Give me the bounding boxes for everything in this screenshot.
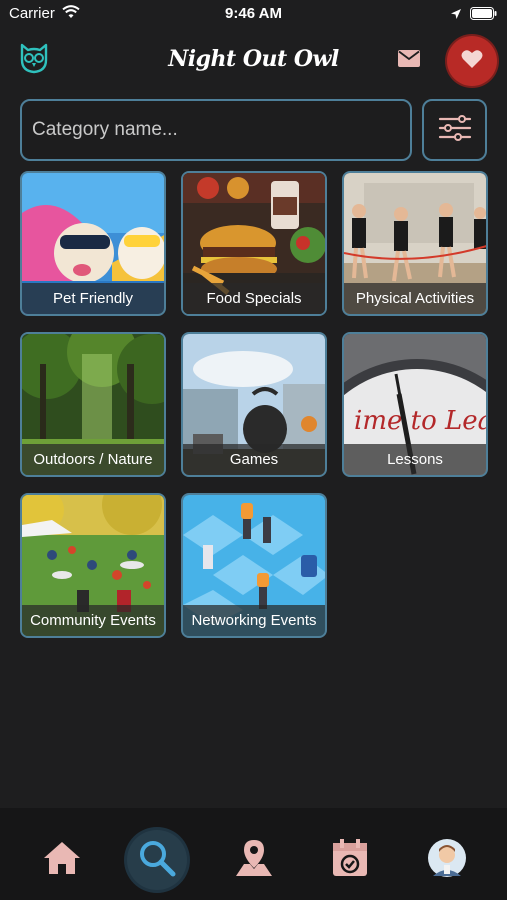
app-title: Night Out Owl	[168, 46, 339, 72]
battery-icon	[470, 6, 497, 24]
category-label: Games	[183, 444, 325, 475]
tab-profile[interactable]	[417, 830, 477, 890]
svg-text:ime to Lear: ime to Lear	[354, 406, 488, 436]
category-tile-lessons[interactable]: ime to Lear Lessons	[342, 332, 488, 477]
search-icon	[138, 839, 176, 881]
sliders-icon	[438, 115, 472, 145]
category-label: Pet Friendly	[22, 283, 164, 314]
favorites-button[interactable]	[447, 36, 497, 86]
search-input[interactable]	[22, 101, 410, 159]
category-label: Networking Events	[183, 605, 325, 636]
category-tile-outdoors-nature[interactable]: Outdoors / Nature	[20, 332, 166, 477]
category-tile-pet-friendly[interactable]: Pet Friendly	[20, 171, 166, 316]
category-label: Food Specials	[183, 283, 325, 314]
app-header: Night Out Owl	[0, 30, 507, 92]
category-tile-community-events[interactable]: Community Events	[20, 493, 166, 638]
category-label: Physical Activities	[344, 283, 486, 314]
category-label: Lessons	[344, 444, 486, 475]
calendar-check-icon	[331, 838, 369, 882]
category-tile-physical-activities[interactable]: Physical Activities	[342, 171, 488, 316]
category-tile-food-specials[interactable]: Food Specials	[181, 171, 327, 316]
tab-home[interactable]	[32, 830, 92, 890]
clock: 9:46 AM	[225, 5, 282, 22]
tab-map[interactable]	[224, 830, 284, 890]
avatar-icon	[427, 838, 467, 882]
category-tile-games[interactable]: Games	[181, 332, 327, 477]
tab-search[interactable]	[127, 830, 187, 890]
map-pin-icon	[234, 838, 274, 882]
category-tile-networking-events[interactable]: Networking Events	[181, 493, 327, 638]
bottom-tab-bar	[0, 808, 507, 900]
category-search-field[interactable]	[20, 99, 412, 161]
mail-icon[interactable]	[398, 50, 420, 71]
status-bar: Carrier 9:46 AM	[0, 0, 507, 28]
category-label: Outdoors / Nature	[22, 444, 164, 475]
home-icon	[42, 840, 82, 880]
filter-button[interactable]	[422, 99, 487, 161]
tab-calendar[interactable]	[320, 830, 380, 890]
location-arrow-icon	[450, 6, 462, 24]
heart-icon	[461, 49, 483, 73]
category-label: Community Events	[22, 605, 164, 636]
